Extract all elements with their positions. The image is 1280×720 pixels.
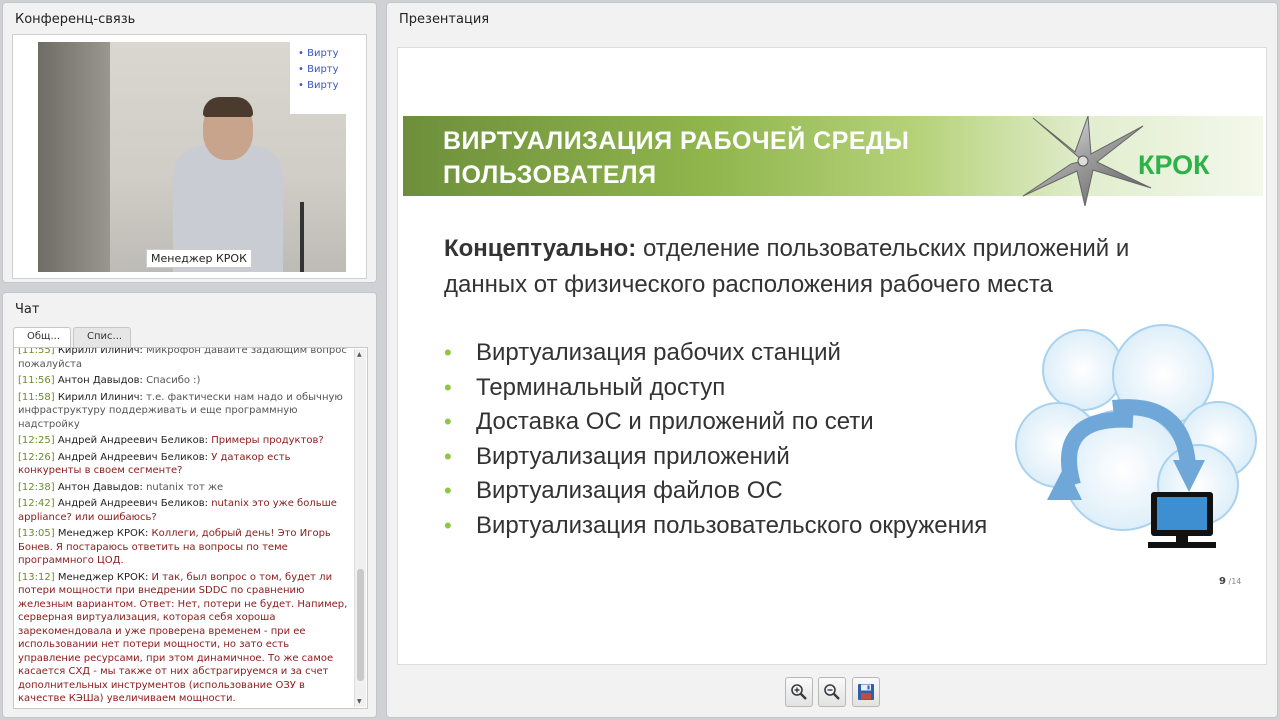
- microphone-stand: [300, 202, 304, 272]
- current-page: 9: [1219, 576, 1226, 587]
- video-background-wall: [38, 42, 110, 272]
- screen-bullet: • Вирту: [298, 48, 339, 59]
- slide-page-number: 9 /14: [1219, 576, 1241, 587]
- chat-message-time: [12:38]: [18, 481, 58, 493]
- concept-label: Концептуально:: [444, 235, 637, 262]
- chat-message-text: Спасибо :): [146, 375, 201, 386]
- speaker-caption: Менеджер КРОК: [146, 249, 252, 268]
- chat-message-author: Андрей Андреевич Беликов:: [57, 435, 212, 446]
- slide-bullet: Терминальный доступ: [444, 371, 987, 406]
- chat-message-list: [11:55] Кирилл Илинич: Микрофон давайте …: [18, 347, 350, 708]
- chat-message-author: Менеджер КРОК:: [57, 571, 152, 583]
- chat-message-time: [13:05]: [18, 528, 58, 539]
- slide-title-line: ВИРТУАЛИЗАЦИЯ РАБОЧЕЙ СРЕДЫ: [443, 127, 910, 155]
- presentation-panel-title: Презентация: [399, 12, 490, 27]
- video-conference-panel: Конференц-связь • Вирту • Вирту • Вирту …: [2, 2, 377, 283]
- chat-message: [12:38] Антон Давыдов: nutanix тот же: [18, 481, 350, 495]
- chat-message-author: Андрей Андреевич Беликов:: [57, 451, 212, 463]
- scroll-down-arrow-icon[interactable]: ▼: [357, 698, 362, 705]
- chat-message-time: [11:58]: [18, 391, 58, 403]
- floppy-disk-icon: [858, 684, 874, 700]
- shuriken-icon: [1022, 116, 1152, 206]
- video-panel-title: Конференц-связь: [15, 12, 136, 27]
- chat-message: [11:58] Кирилл Илинич: т.е. фактически н…: [18, 391, 350, 432]
- chat-message-text: И так, был вопрос о том, будет ли потери…: [18, 571, 348, 705]
- chat-message: [12:25] Андрей Андреевич Беликов: Пример…: [18, 434, 350, 448]
- zoom-in-icon: [791, 684, 807, 700]
- slide-header-banner: ВИРТУАЛИЗАЦИЯ РАБОЧЕЙ СРЕДЫ ПОЛЬЗОВАТЕЛЯ…: [403, 116, 1263, 206]
- chat-message: [12:42] Андрей Андреевич Беликов: nutani…: [18, 497, 350, 524]
- tab-participant-list[interactable]: Спис...: [73, 327, 131, 348]
- slide-bullet: Виртуализация файлов ОС: [444, 474, 987, 509]
- chat-message-author: Кирилл Илинич:: [57, 347, 147, 356]
- save-slide-button[interactable]: [852, 677, 880, 707]
- slide-bullet: Виртуализация рабочих станций: [444, 336, 987, 371]
- slide-bullet: Виртуализация приложений: [444, 440, 987, 475]
- scroll-up-arrow-icon[interactable]: ▲: [357, 351, 362, 358]
- chat-message-author: Андрей Андреевич Беликов:: [57, 498, 212, 509]
- krok-logo: КРОК: [1138, 150, 1210, 180]
- video-frame: • Вирту • Вирту • Вирту Менеджер КРОК: [12, 34, 367, 279]
- total-pages: /14: [1225, 577, 1242, 586]
- chat-message-author: Антон Давыдов:: [57, 375, 147, 386]
- slide-bullet: Доставка ОС и приложений по сети: [444, 405, 987, 440]
- chat-message-author: Кирилл Илинич:: [57, 391, 147, 403]
- chat-message-time: [12:26]: [18, 451, 58, 463]
- chat-message: [13:05] Менеджер КРОК: Коллеги, добрый д…: [18, 527, 350, 568]
- slide-bullet-list: Виртуализация рабочих станций Терминальн…: [444, 336, 987, 544]
- chat-message: [11:56] Антон Давыдов: Спасибо :): [18, 374, 350, 388]
- chat-message: [11:55] Кирилл Илинич: Микрофон давайте …: [18, 347, 350, 371]
- presentation-panel: Презентация ВИРТУАЛИЗАЦИЯ РАБОЧЕЙ СРЕДЫ …: [386, 2, 1278, 718]
- presentation-slide: ВИРТУАЛИЗАЦИЯ РАБОЧЕЙ СРЕДЫ ПОЛЬЗОВАТЕЛЯ…: [397, 47, 1267, 665]
- zoom-in-button[interactable]: [785, 677, 813, 707]
- zoom-out-button[interactable]: [818, 677, 846, 707]
- chat-message-author: Менеджер КРОК:: [57, 528, 152, 539]
- chat-message-time: [12:42]: [18, 498, 58, 509]
- slide-concept-text: Концептуально: отделение пользовательски…: [444, 231, 1204, 303]
- projector-screen: • Вирту • Вирту • Вирту: [290, 42, 346, 114]
- chat-scroll-thumb[interactable]: [357, 569, 364, 681]
- tab-general-chat[interactable]: Общ...: [13, 327, 71, 348]
- cloud-computer-illustration: [1015, 324, 1257, 548]
- chat-message-time: [11:55]: [18, 347, 58, 356]
- chat-message: [13:12] Менеджер КРОК: И так, был вопрос…: [18, 571, 350, 706]
- chat-message-time: [11:56]: [18, 375, 58, 386]
- chat-scrollbar[interactable]: ▲ ▼: [354, 349, 366, 707]
- chat-message: [12:26] Андрей Андреевич Беликов: У дата…: [18, 451, 350, 478]
- chat-message-time: [12:25]: [18, 435, 58, 446]
- chat-message-time: [13:12]: [18, 571, 58, 583]
- projector-screen-text: • Вирту • Вирту • Вирту: [298, 46, 339, 94]
- zoom-out-icon: [824, 684, 840, 700]
- slide-bullet: Виртуализация пользовательского окружени…: [444, 509, 987, 544]
- chat-message-area[interactable]: [11:55] Кирилл Илинич: Микрофон давайте …: [13, 347, 368, 709]
- slide-title-line: ПОЛЬЗОВАТЕЛЯ: [443, 161, 657, 189]
- speaker-hair: [203, 97, 253, 117]
- chat-message-author: Антон Давыдов:: [57, 481, 147, 493]
- screen-bullet: • Вирту: [298, 64, 339, 75]
- slide-title: ВИРТУАЛИЗАЦИЯ РАБОЧЕЙ СРЕДЫ ПОЛЬЗОВАТЕЛЯ: [443, 124, 909, 192]
- chat-message-text: Примеры продуктов?: [211, 435, 324, 446]
- chat-panel-title: Чат: [15, 302, 40, 317]
- chat-panel: Чат Общ... Спис... [11:55] Кирилл Илинич…: [2, 292, 377, 718]
- video-feed[interactable]: • Вирту • Вирту • Вирту Менеджер КРОК: [38, 42, 346, 272]
- screen-bullet: • Вирту: [298, 80, 339, 91]
- chat-message-text: nutanix тот же: [146, 481, 224, 493]
